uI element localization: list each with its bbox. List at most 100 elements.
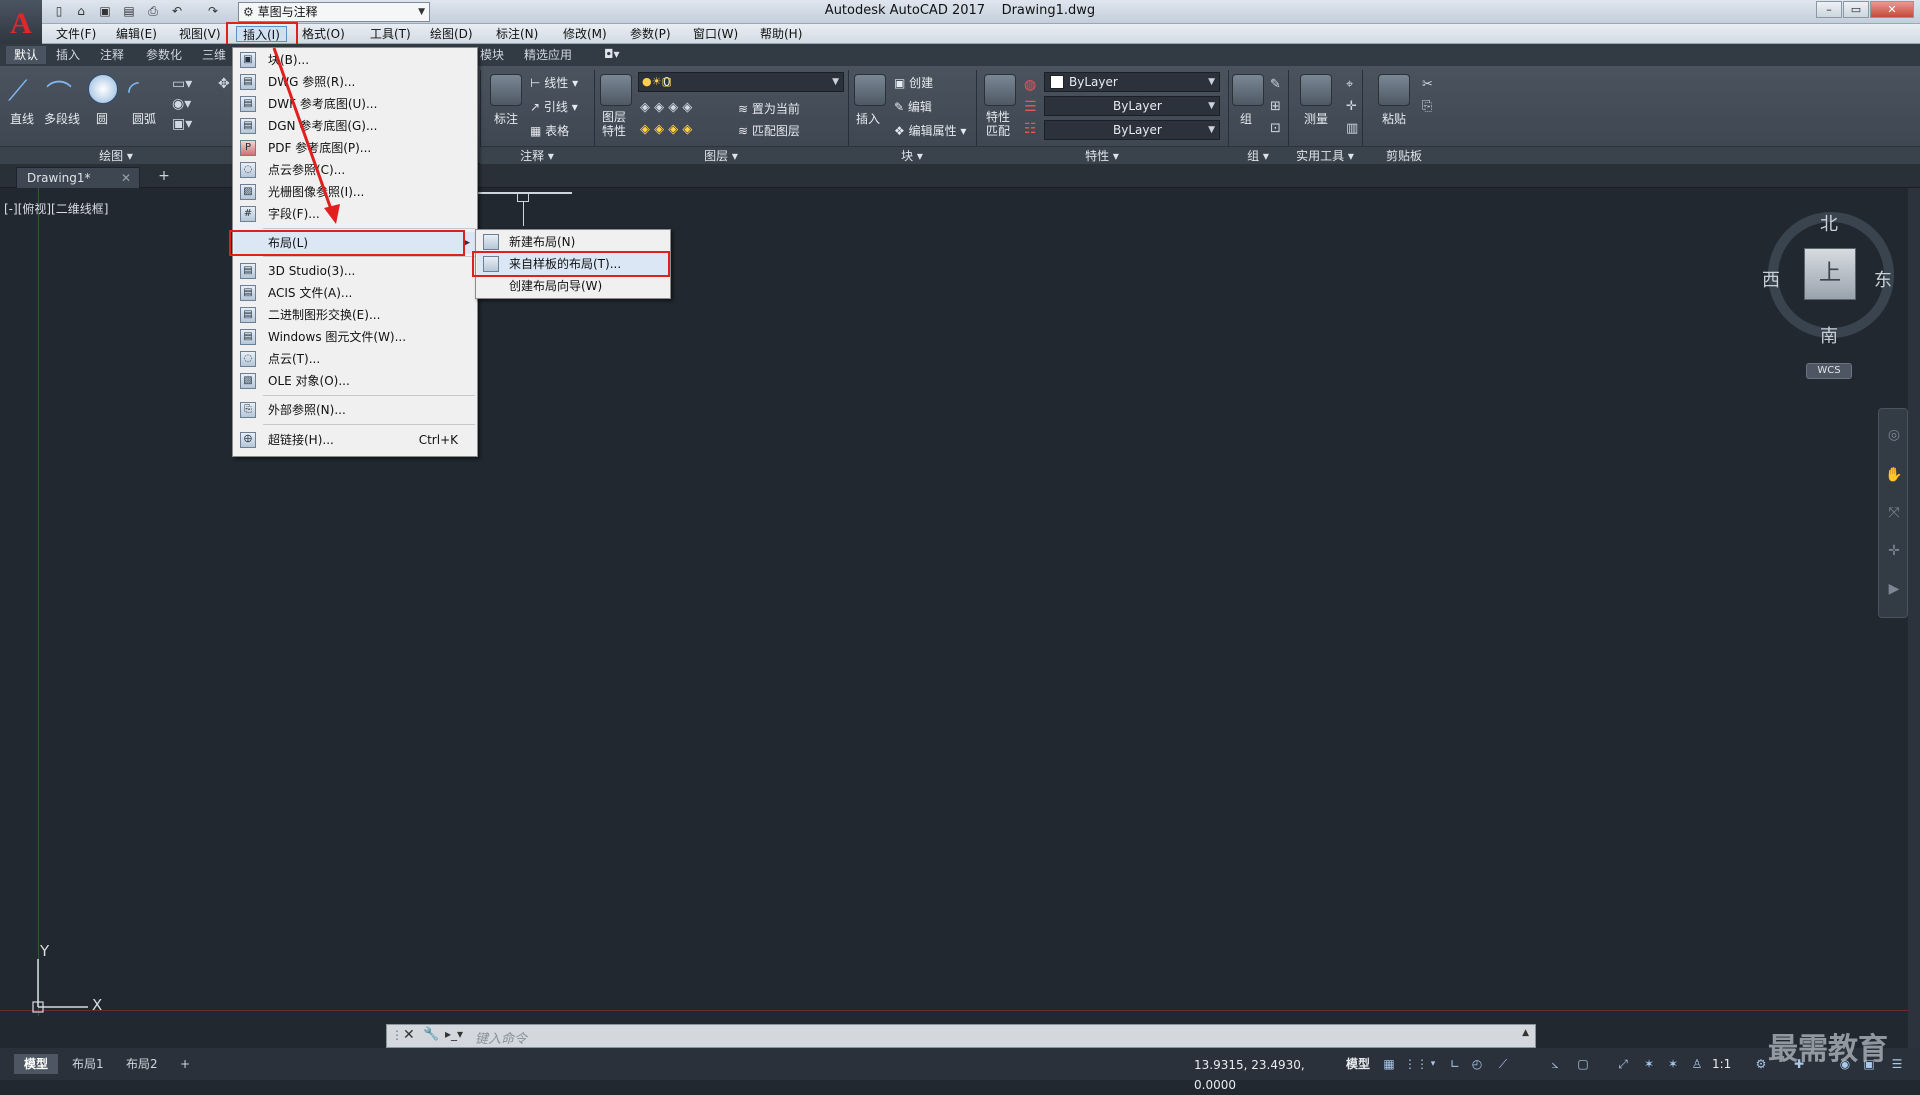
set-current-button[interactable]: ≋ 置为当前 [738, 100, 800, 117]
linetype-dropdown[interactable]: ByLayer ▼ [1044, 96, 1220, 116]
close-command-line-icon[interactable]: ✕ [403, 1027, 415, 1043]
menu-help[interactable]: 帮助(H) [754, 26, 808, 42]
compass-north[interactable]: 北 [1820, 210, 1838, 236]
arc-icon[interactable]: ◜ [128, 74, 160, 107]
compass-south[interactable]: 南 [1820, 322, 1838, 348]
menu-parametric[interactable]: 参数(P) [624, 26, 677, 42]
lineweight-dropdown[interactable]: ByLayer ▼ [1044, 120, 1220, 140]
measure-icon[interactable] [1300, 74, 1332, 106]
showmotion-icon[interactable]: ▶ [1885, 581, 1903, 599]
paste-icon[interactable] [1378, 74, 1410, 106]
groups-panel-footer[interactable]: 组 ▾ [1228, 146, 1288, 164]
layers-panel-footer[interactable]: 图层 ▾ [594, 146, 848, 164]
menu-dimension[interactable]: 标注(N) [490, 26, 544, 42]
polyline-icon[interactable]: ⌒ [46, 74, 78, 110]
new-tab-button[interactable]: + [154, 168, 174, 186]
menu-item-hyperlink[interactable]: 🜨 超链接(H)... Ctrl+K [234, 429, 476, 451]
menu-item-external-references[interactable]: ⎘ 外部参照(N)... [234, 399, 476, 421]
tab-layout2[interactable]: 布局2 [116, 1054, 168, 1074]
customization-menu-icon[interactable]: ☰ [1888, 1055, 1906, 1073]
linear-dim-button[interactable]: ⊢ 线性 ▾ [530, 74, 578, 91]
command-line[interactable]: ⋮ ✕ 🔧 ▸_▾ 键入命令 ▲ [386, 1024, 1536, 1048]
tab-3d[interactable]: 三维 [194, 46, 234, 64]
dynamic-ucs-icon[interactable]: ⤢ [1614, 1055, 1632, 1073]
minimize-button[interactable]: – [1816, 1, 1842, 18]
menu-format[interactable]: 格式(O) [296, 26, 351, 42]
layer-tools-row1[interactable]: ◈ ◈ ◈ ◈ [640, 100, 692, 115]
maximize-button[interactable]: ▭ [1843, 1, 1869, 18]
tab-parametric[interactable]: 参数化 [138, 46, 190, 64]
tab-default[interactable]: 默认 [6, 46, 47, 64]
edit-block-button[interactable]: ✎ 编辑 [894, 98, 932, 115]
edit-attributes-button[interactable]: ❖ 编辑属性 ▾ [894, 122, 966, 139]
compass-east[interactable]: 东 [1874, 266, 1892, 292]
menu-item-binary-dxf[interactable]: ▤ 二进制图形交换(E)... [234, 304, 476, 326]
wrench-icon[interactable]: 🔧 [423, 1027, 439, 1042]
insert-block-icon[interactable] [854, 74, 886, 106]
draw-panel-footer[interactable]: 绘图 ▾ [0, 146, 232, 164]
menu-view[interactable]: 视图(V) [173, 26, 227, 42]
block-panel-footer[interactable]: 块 ▾ [848, 146, 976, 164]
grid-icon[interactable]: ▦ [1380, 1055, 1398, 1073]
move-icon[interactable]: ✥ [218, 74, 230, 94]
add-layout-button[interactable]: + [170, 1054, 200, 1074]
object-snap-icon[interactable]: ▢ [1574, 1055, 1592, 1073]
annotation-visibility-icon[interactable]: ✶ [1640, 1055, 1658, 1073]
ortho-icon[interactable]: ∟ [1446, 1055, 1464, 1073]
measure-label[interactable]: 测量 [1304, 110, 1328, 127]
annotation-scale-value[interactable]: 1:1 [1712, 1057, 1731, 1071]
expand-history-icon[interactable]: ▲ [1522, 1028, 1529, 1038]
draw-extra-icons[interactable]: ▭▾ ◉▾ ▣▾ [172, 74, 192, 134]
properties-panel-footer[interactable]: 特性 ▾ [976, 146, 1228, 164]
create-block-button[interactable]: ▣ 创建 [894, 74, 933, 91]
tab-drawing1[interactable]: Drawing1* ✕ [16, 167, 140, 188]
dimension-label[interactable]: 标注 [494, 110, 518, 127]
undo-icon[interactable]: ↶ [168, 3, 186, 20]
command-line-grip[interactable]: ⋮ [391, 1028, 403, 1042]
match-properties-label[interactable]: 特性匹配 [986, 110, 1016, 138]
menu-item-3d-studio[interactable]: ▤ 3D Studio(3)... [234, 260, 476, 282]
arc-label[interactable]: 圆弧 [132, 110, 156, 127]
print-icon[interactable]: ⎙ [144, 3, 162, 20]
new-file-icon[interactable]: ▯ [50, 3, 68, 20]
camera-icon[interactable]: ◘▾ [604, 47, 620, 61]
insert-block-label[interactable]: 插入 [856, 110, 880, 127]
annotation-scale-icon[interactable]: ♙ [1688, 1055, 1706, 1073]
menu-item-ole-object[interactable]: ▧ OLE 对象(O)... [234, 370, 476, 392]
auto-scale-icon[interactable]: ✶ [1664, 1055, 1682, 1073]
circle-icon[interactable] [88, 74, 118, 104]
close-button[interactable]: ✕ [1870, 1, 1914, 18]
workspace-switcher[interactable]: ⚙ 草图与注释 ▼ [238, 2, 430, 22]
cut-copy-icons[interactable]: ✂ ⎘ [1422, 74, 1433, 118]
vertical-scrollbar[interactable] [1908, 188, 1920, 1048]
menu-tools[interactable]: 工具(T) [364, 26, 417, 42]
application-menu-button[interactable]: A [0, 0, 42, 48]
close-tab-icon[interactable]: ✕ [121, 168, 131, 189]
annotation-panel-footer[interactable]: 注释 ▾ [480, 146, 594, 164]
dimension-icon[interactable] [490, 74, 522, 106]
group-tools-icons[interactable]: ✎ ⊞ ⊡ [1270, 74, 1281, 140]
wcs-menu-button[interactable]: WCS [1806, 363, 1852, 379]
menu-file[interactable]: 文件(F) [50, 26, 102, 42]
line-label[interactable]: 直线 [10, 110, 34, 127]
model-space-button[interactable]: 模型 [1346, 1055, 1370, 1072]
polar-icon[interactable]: ◴ [1468, 1055, 1486, 1073]
menu-item-windows-metafile[interactable]: ▤ Windows 图元文件(W)... [234, 326, 476, 348]
steering-wheel-icon[interactable]: ◎ [1885, 427, 1903, 445]
paste-label[interactable]: 粘贴 [1382, 110, 1406, 127]
recent-commands-icon[interactable]: ▸_▾ [445, 1027, 463, 1041]
tab-featured-apps[interactable]: 精选应用 [516, 46, 580, 64]
menu-window[interactable]: 窗口(W) [687, 26, 744, 42]
layer-properties-label[interactable]: 图层特性 [602, 110, 636, 138]
save-icon[interactable]: ▣ [96, 3, 114, 20]
utilities-panel-footer[interactable]: 实用工具 ▾ [1288, 146, 1362, 164]
leader-button[interactable]: ↗ 引线 ▾ [530, 98, 578, 115]
submenu-item-new-layout[interactable]: 新建布局(N) [477, 231, 669, 253]
open-folder-icon[interactable]: ⌂ [72, 3, 90, 20]
compass-west[interactable]: 西 [1762, 266, 1780, 292]
match-properties-icon[interactable] [984, 74, 1016, 106]
pan-icon[interactable]: ✋ [1885, 467, 1903, 485]
tab-insert[interactable]: 插入 [48, 46, 88, 64]
menu-item-acis-file[interactable]: ▤ ACIS 文件(A)... [234, 282, 476, 304]
zoom-icon[interactable]: ⤧ [1885, 505, 1903, 523]
